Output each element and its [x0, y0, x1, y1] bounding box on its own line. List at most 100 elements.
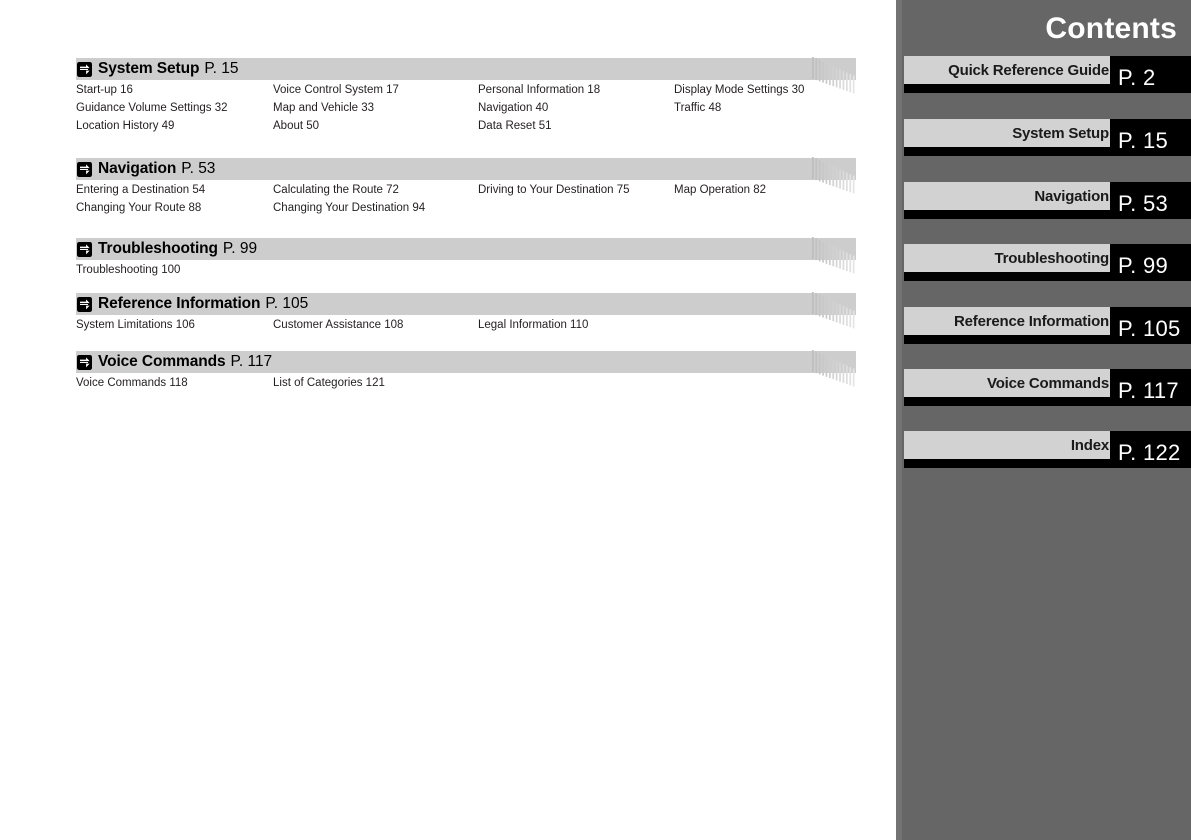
tab-label: Troubleshooting — [994, 249, 1110, 267]
toc-section: System Setup P. 15 Start-up 16 Voice Contro… — [76, 57, 856, 138]
toc-entry-link[interactable]: Voice Control System 17 — [273, 84, 399, 96]
toc-entry-list: Start-up 16 Voice Control System 17 Person… — [76, 84, 856, 138]
toc-entry-link[interactable]: List of Categories 121 — [273, 377, 385, 389]
tab-underbar — [904, 272, 1116, 281]
toc-entry-row: Entering a Destination 54 Calculating the… — [76, 184, 856, 202]
tab-label: Quick Reference Guide — [948, 61, 1109, 79]
toc-entry-link[interactable]: Guidance Volume Settings 32 — [76, 102, 228, 114]
toc-section-title: Troubleshooting — [98, 240, 218, 257]
toc-entry-link[interactable]: Display Mode Settings 30 — [674, 84, 804, 96]
toc-entry-link[interactable]: Data Reset 51 — [478, 120, 552, 132]
tab-page-number: P. 15 — [1118, 127, 1169, 153]
toc-section-header[interactable]: Reference Information P. 105 — [76, 292, 856, 329]
tab-label: Index — [1070, 436, 1109, 454]
toc-entry-link[interactable]: About 50 — [273, 120, 319, 132]
toc-entry-link[interactable]: Traffic 48 — [674, 102, 721, 114]
toc-entry-link[interactable]: Legal Information 110 — [478, 319, 588, 331]
toc-section-title: System Setup — [98, 60, 200, 77]
tab-label: System Setup — [1012, 124, 1109, 142]
toc-entry-list: Voice Commands 118 List of Categories 121 — [76, 377, 856, 395]
toc-entry-link[interactable]: Navigation 40 — [478, 102, 548, 114]
sidebar-tab[interactable]: Troubleshooting P. 99 — [904, 244, 1191, 284]
toc-entry-link[interactable]: Location History 49 — [76, 120, 174, 132]
tab-label-strip[interactable]: Reference Information — [904, 307, 1116, 335]
toc-entry-link[interactable]: Troubleshooting 100 — [76, 264, 180, 276]
toc-section-title: Voice Commands — [98, 353, 226, 370]
toc-section-header[interactable]: Troubleshooting P. 99 — [76, 237, 856, 274]
toc-section-title: Reference Information — [98, 295, 261, 312]
tab-underbar — [904, 397, 1116, 406]
sidebar-tab[interactable]: System Setup P. 15 — [904, 119, 1191, 159]
tab-underbar — [904, 459, 1116, 468]
tab-page-number-box[interactable]: P. 122 — [1110, 431, 1191, 468]
tab-page-number-box[interactable]: P. 15 — [1110, 119, 1191, 156]
toc-entry-link[interactable]: Changing Your Route 88 — [76, 202, 201, 214]
tab-underbar — [904, 84, 1116, 93]
page-title: Contents — [1045, 12, 1177, 45]
toc-entry-link[interactable]: Map Operation 82 — [674, 184, 766, 196]
tab-label: Navigation — [1034, 187, 1109, 205]
toc-entry-link[interactable]: Map and Vehicle 33 — [273, 102, 374, 114]
toc-entry-list: Entering a Destination 54 Calculating the… — [76, 184, 856, 220]
toc-section-header[interactable]: System Setup P. 15 — [76, 57, 856, 94]
toc-entry-link[interactable]: Driving to Your Destination 75 — [478, 184, 630, 196]
toc-section-title: Navigation — [98, 160, 177, 177]
toc-entry-link[interactable]: Personal Information 18 — [478, 84, 600, 96]
arrow-right-icon — [77, 296, 92, 312]
toc-entry-row: Changing Your Route 88 Changing Your Dest… — [76, 202, 856, 220]
contents-sidebar: Contents Quick Reference Guide P. 2 System… — [896, 0, 1191, 840]
toc-entry-link[interactable]: System Limitations 106 — [76, 319, 195, 331]
sidebar-left-edge-strip — [896, 0, 902, 840]
sidebar-tab[interactable]: Navigation P. 53 — [904, 182, 1191, 222]
toc-section-page-number: P. 53 — [181, 160, 216, 177]
toc-entry-list: Troubleshooting 100 — [76, 264, 856, 282]
tab-label-strip[interactable]: Voice Commands — [904, 369, 1116, 397]
toc-entry-row: Voice Commands 118 List of Categories 121 — [76, 377, 856, 395]
arrow-right-icon — [77, 241, 92, 257]
tab-page-number-box[interactable]: P. 99 — [1110, 244, 1191, 281]
sidebar-tab[interactable]: Voice Commands P. 117 — [904, 369, 1191, 409]
toc-section: Troubleshooting P. 99 Troubleshooting 100 — [76, 237, 856, 282]
toc-entry-link[interactable]: Changing Your Destination 94 — [273, 202, 425, 214]
toc-entry-row: System Limitations 106 Customer Assistanc… — [76, 319, 856, 337]
tab-label-strip[interactable]: Troubleshooting — [904, 244, 1116, 272]
toc-entry-row: Guidance Volume Settings 32 Map and Vehic… — [76, 102, 856, 120]
toc-section-page-number: P. 117 — [230, 353, 273, 370]
tab-label: Voice Commands — [987, 374, 1109, 392]
tab-underbar — [904, 147, 1116, 156]
toc-section: Reference Information P. 105 System Limita… — [76, 292, 856, 337]
tab-label-strip[interactable]: Index — [904, 431, 1116, 459]
tab-underbar — [904, 335, 1116, 344]
toc-section-header[interactable]: Navigation P. 53 — [76, 157, 856, 194]
sidebar-tab[interactable]: Index P. 122 — [904, 431, 1191, 471]
toc-entry-link[interactable]: Entering a Destination 54 — [76, 184, 205, 196]
tab-label: Reference Information — [954, 312, 1109, 330]
tab-page-number-box[interactable]: P. 2 — [1110, 56, 1191, 93]
toc-entry-row: Location History 49 About 50 Data Reset 51 — [76, 120, 856, 138]
arrow-right-icon — [77, 61, 92, 77]
toc-section-page-number: P. 105 — [265, 295, 309, 312]
tab-page-number-box[interactable]: P. 105 — [1110, 307, 1191, 344]
toc-section-page-number: P. 15 — [204, 60, 239, 77]
toc-entry-link[interactable]: Calculating the Route 72 — [273, 184, 399, 196]
toc-entry-link[interactable]: Voice Commands 118 — [76, 377, 188, 389]
tab-page-number: P. 99 — [1118, 252, 1169, 278]
toc-section: Navigation P. 53 Entering a Destination 54… — [76, 157, 856, 220]
arrow-right-icon — [77, 161, 92, 177]
tab-page-number: P. 105 — [1118, 315, 1181, 341]
toc-entry-link[interactable]: Start-up 16 — [76, 84, 133, 96]
toc-entry-link[interactable]: Customer Assistance 108 — [273, 319, 403, 331]
tab-label-strip[interactable]: Navigation — [904, 182, 1116, 210]
arrow-right-icon — [77, 354, 92, 370]
tab-page-number: P. 2 — [1118, 64, 1156, 90]
toc-entry-row: Start-up 16 Voice Control System 17 Person… — [76, 84, 856, 102]
toc-section-header[interactable]: Voice Commands P. 117 — [76, 350, 856, 387]
toc-section: Voice Commands P. 117 Voice Commands 118 Li… — [76, 350, 856, 395]
tab-page-number: P. 53 — [1118, 190, 1169, 216]
tab-page-number-box[interactable]: P. 53 — [1110, 182, 1191, 219]
tab-page-number-box[interactable]: P. 117 — [1110, 369, 1191, 406]
tab-label-strip[interactable]: Quick Reference Guide — [904, 56, 1116, 84]
tab-label-strip[interactable]: System Setup — [904, 119, 1116, 147]
sidebar-tab[interactable]: Quick Reference Guide P. 2 — [904, 56, 1191, 96]
sidebar-tab[interactable]: Reference Information P. 105 — [904, 307, 1191, 347]
